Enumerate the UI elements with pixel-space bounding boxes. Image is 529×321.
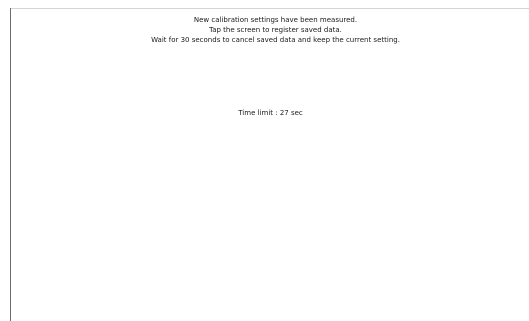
message-line-wait-instruction: Wait for 30 seconds to cancel saved data… <box>151 36 400 44</box>
frame-top-line <box>10 8 529 9</box>
frame-left-line <box>10 8 11 321</box>
calibration-message: New calibration settings have been measu… <box>0 15 529 45</box>
message-line-tap-instruction: Tap the screen to register saved data. <box>209 26 342 34</box>
calibration-confirm-screen[interactable]: New calibration settings have been measu… <box>0 0 529 321</box>
message-line-measured: New calibration settings have been measu… <box>193 16 358 24</box>
time-limit-countdown: Time limit : 27 sec <box>238 109 303 117</box>
